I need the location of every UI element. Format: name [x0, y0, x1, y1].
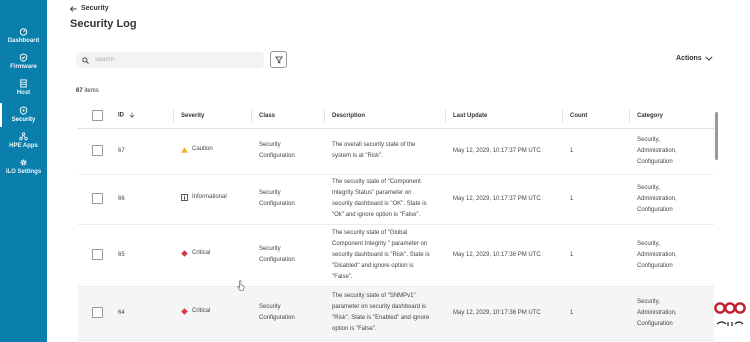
- sidebar-item-security[interactable]: Security: [0, 103, 47, 127]
- row-checkbox[interactable]: [92, 306, 103, 318]
- cell-count: 1: [562, 286, 629, 341]
- cell-id: 67: [110, 128, 173, 175]
- sidebar-item-firmware[interactable]: Firmware: [0, 53, 47, 71]
- sidebar-item-label: Dashboard: [7, 38, 40, 44]
- apps-icon: [19, 132, 28, 141]
- chevron-down-icon: [705, 56, 713, 61]
- severity-label: Informational: [192, 194, 227, 200]
- sidebar-item-ilo-settings[interactable]: iLO Settings: [0, 158, 47, 176]
- cell-description: The overall security state of the system …: [324, 128, 445, 175]
- warning-triangle-icon: [181, 147, 188, 153]
- row-checkbox[interactable]: [92, 144, 103, 156]
- cell-id: 66: [110, 174, 173, 225]
- host-icon: [20, 79, 27, 88]
- table-row[interactable]: 64 Critical Security Configuration The se…: [78, 286, 714, 341]
- gear-icon: [20, 159, 27, 166]
- column-header-category[interactable]: Category: [629, 104, 714, 129]
- row-checkbox[interactable]: [92, 248, 103, 260]
- cell-class: Security Configuration: [251, 174, 324, 225]
- cell-count: 1: [562, 128, 629, 175]
- cell-class: Security Configuration: [251, 286, 324, 341]
- table-row[interactable]: 67 Caution Security Configuration The ove…: [78, 128, 714, 175]
- sidebar-item-label: HPE Apps: [9, 143, 38, 149]
- cell-category: Security, Administration, Configuration: [629, 128, 714, 175]
- severity-label: Caution: [192, 146, 213, 153]
- severity-label: Critical: [192, 308, 211, 314]
- critical-diamond-icon: [181, 250, 188, 257]
- security-log-table: ID Severity Class Description Last Updat…: [78, 104, 714, 342]
- sidebar-item-hpe-apps[interactable]: HPE Apps: [0, 132, 47, 150]
- sidebar-item-label: Host: [16, 90, 31, 96]
- column-header-last-update[interactable]: Last Update: [445, 104, 562, 129]
- column-header-description[interactable]: Description: [324, 104, 445, 129]
- info-square-icon: [181, 194, 188, 201]
- cell-last-update: May 12, 2029, 10:17:36 PM UTC: [445, 286, 562, 341]
- table-row[interactable]: 66 Informational Security Configuration T…: [78, 174, 714, 225]
- severity-cell: Caution: [181, 144, 213, 155]
- table-row[interactable]: 65 Critical Security Configuration The se…: [78, 224, 714, 287]
- item-count-number: 67: [76, 88, 83, 94]
- cell-count: 1: [562, 224, 629, 287]
- cell-last-update: May 12, 2029, 10:17:37 PM UTC: [445, 174, 562, 225]
- filter-button[interactable]: [270, 51, 287, 68]
- table-header-row: ID Severity Class Description Last Updat…: [78, 104, 714, 129]
- hand-cursor-icon: [237, 280, 245, 291]
- cell-description: The security state of "Component Integrit…: [324, 174, 445, 225]
- cell-count: 1: [562, 174, 629, 225]
- search-input[interactable]: [95, 57, 245, 63]
- page-title: Security Log: [70, 18, 137, 30]
- cell-last-update: May 12, 2029, 10:17:37 PM UTC: [445, 128, 562, 175]
- cell-class: Security Configuration: [251, 128, 324, 175]
- dashboard-icon: [19, 28, 28, 36]
- cell-description: The security state of "Global Component I…: [324, 224, 445, 287]
- row-checkbox[interactable]: [92, 192, 103, 204]
- sidebar-item-label: Firmware: [10, 64, 37, 70]
- column-header-severity[interactable]: Severity: [173, 104, 251, 129]
- search-icon: [82, 56, 89, 64]
- cell-last-update: May 12, 2029, 10:17:36 PM UTC: [445, 224, 562, 287]
- sidebar-nav: Dashboard Firmware Host Security HPE App…: [0, 0, 47, 342]
- severity-label: Critical: [192, 250, 211, 256]
- back-link-label: Security: [81, 5, 109, 12]
- severity-cell: Informational: [181, 192, 227, 203]
- cell-category: Security, Administration, Configuration: [629, 174, 714, 225]
- watermark-logo: [714, 302, 746, 326]
- item-count: 67 items: [76, 88, 99, 94]
- sort-arrow-down-icon: [129, 112, 134, 119]
- critical-diamond-icon: [181, 308, 188, 315]
- cell-class: Security Configuration: [251, 224, 324, 287]
- column-header-id[interactable]: ID: [110, 104, 173, 129]
- cell-description: The security state of "SNMPv1" parameter …: [324, 286, 445, 341]
- sidebar-item-label: Security: [11, 117, 36, 123]
- sidebar-item-dashboard[interactable]: Dashboard: [0, 27, 47, 45]
- item-count-suffix: items: [84, 88, 99, 94]
- firmware-icon: [19, 53, 28, 62]
- scrollbar-thumb[interactable]: [715, 112, 718, 160]
- arrow-left-icon: [70, 5, 77, 12]
- filter-icon: [274, 56, 283, 64]
- back-link[interactable]: Security: [70, 5, 109, 12]
- column-header-count[interactable]: Count: [562, 104, 629, 129]
- cell-id: 65: [110, 224, 173, 287]
- column-header-class[interactable]: Class: [251, 104, 324, 129]
- sidebar-item-host[interactable]: Host: [0, 79, 47, 97]
- shield-icon: [19, 106, 28, 115]
- cell-category: Security, Administration, Configuration: [629, 224, 714, 287]
- actions-menu-button[interactable]: Actions: [676, 55, 713, 62]
- severity-cell: Critical: [181, 248, 210, 259]
- search-box[interactable]: [76, 52, 264, 68]
- cell-id: 64: [110, 286, 173, 341]
- actions-label: Actions: [676, 55, 702, 62]
- select-all-checkbox[interactable]: [92, 110, 103, 122]
- cell-category: Security, Administration, Configuration: [629, 286, 714, 341]
- sidebar-item-label: iLO Settings: [5, 169, 42, 175]
- severity-cell: Critical: [181, 306, 210, 317]
